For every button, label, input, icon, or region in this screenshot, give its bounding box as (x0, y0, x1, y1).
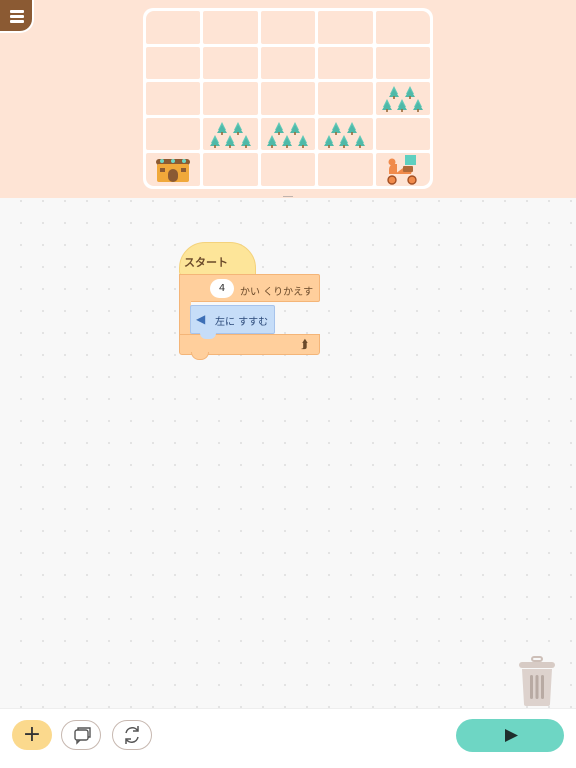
menu-button[interactable] (0, 0, 34, 33)
repeat-count-input[interactable]: 4 (210, 279, 234, 298)
arrow-left-icon: ◀ (196, 312, 206, 326)
grid-cell (203, 46, 258, 80)
play-icon (505, 729, 518, 742)
stage-grid (143, 8, 433, 189)
trash-icon[interactable] (518, 656, 556, 706)
grid-cell (375, 11, 430, 44)
refresh-icon (125, 726, 139, 744)
grid-cell (260, 11, 316, 44)
grid-cell (146, 46, 201, 80)
comment-icon (74, 727, 91, 745)
grid-cell (375, 153, 430, 186)
grid-cell (260, 117, 316, 151)
grid-cell (318, 46, 373, 80)
grid-cell (318, 82, 373, 115)
reset-button[interactable] (112, 720, 152, 750)
start-block-label: スタート (184, 256, 228, 269)
play-button[interactable] (456, 719, 564, 752)
grid-cell (375, 46, 430, 80)
grid-cell (146, 11, 201, 44)
grid-cell (203, 82, 258, 115)
grid-cell (318, 153, 373, 186)
house-icon (154, 155, 192, 185)
repeat-loop-icon: ⮭ (301, 337, 309, 351)
trees-icon (263, 119, 313, 149)
grid-cell (375, 82, 430, 115)
grid-cell (260, 153, 316, 186)
trees-icon (378, 83, 428, 113)
move-block-label: 左に すすむ (215, 317, 269, 328)
grid-cell (260, 46, 316, 80)
trees-icon (206, 119, 256, 149)
grid-cell (203, 117, 258, 151)
grid-cell (318, 11, 373, 44)
grid-cell (146, 117, 201, 151)
add-button[interactable]: + (12, 720, 52, 750)
grid-cell (146, 153, 201, 186)
scooter-icon (383, 154, 423, 186)
grid-cell (318, 117, 373, 151)
plus-icon: + (22, 722, 42, 747)
trees-icon (320, 119, 370, 149)
grid-cell (203, 153, 258, 186)
repeat-block-label: かい くりかえす (240, 287, 314, 298)
grid-cell (203, 11, 258, 44)
grid-cell (146, 82, 201, 115)
comment-button[interactable] (61, 720, 101, 750)
hamburger-icon (10, 10, 24, 13)
grid-cell (260, 82, 316, 115)
grid-cell (375, 117, 430, 151)
